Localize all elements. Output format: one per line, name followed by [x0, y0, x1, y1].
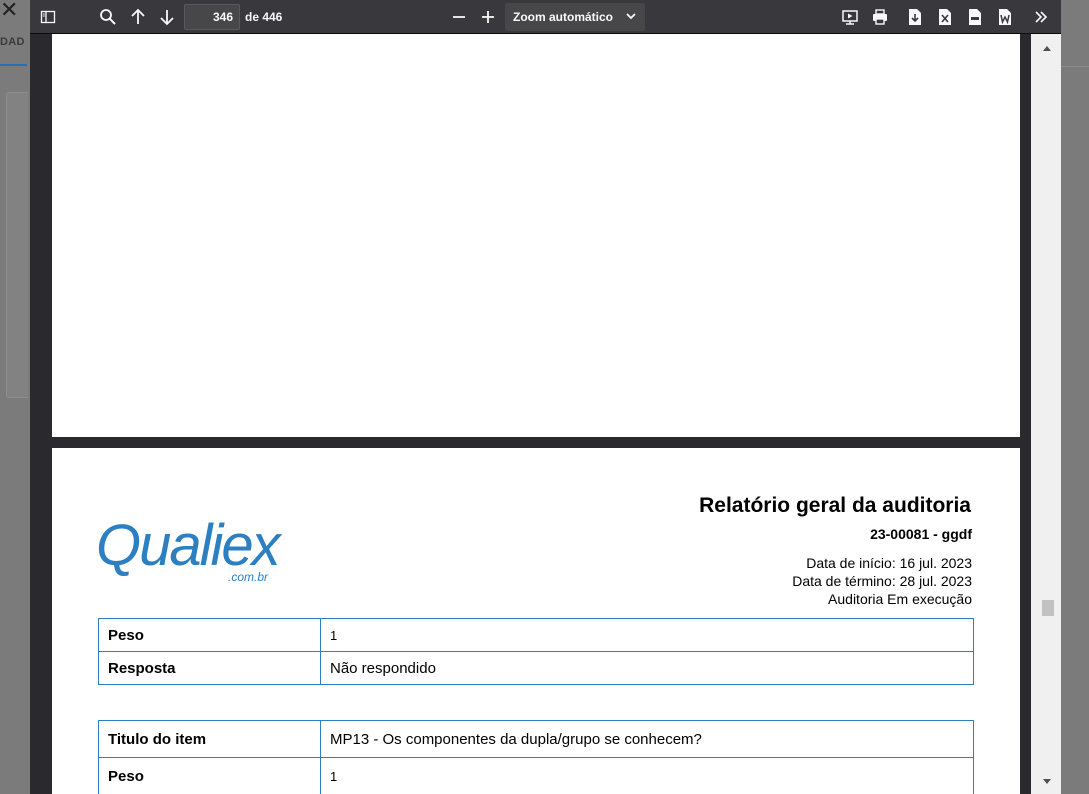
download-icon[interactable]: [903, 5, 927, 29]
presentation-icon[interactable]: [838, 5, 862, 29]
row-key: Peso: [98, 618, 321, 652]
background-card: [6, 92, 28, 398]
item-table: Titulo do item MP13 - Os componentes da …: [98, 720, 974, 794]
sidebar-toggle-icon[interactable]: [36, 5, 60, 29]
row-value: MP13 - Os componentes da dupla/grupo se …: [320, 720, 974, 758]
qualiex-logo: Qualiex .com.br: [96, 513, 281, 590]
print-icon[interactable]: [868, 5, 892, 29]
viewer-toolbar: 346 de 446 Zoom automático: [30, 0, 1061, 34]
logo-text: Qualiex: [96, 513, 281, 578]
row-value: 1: [320, 618, 974, 652]
report-title: Relatório geral da auditoria: [699, 494, 971, 517]
row-key: Peso: [98, 757, 321, 794]
close-icon[interactable]: ✕: [0, 0, 18, 22]
page-total-label: de 446: [245, 10, 283, 24]
item-table: Peso 1 Resposta Não respondido: [98, 618, 974, 685]
vertical-scrollbar[interactable]: [1031, 34, 1061, 794]
csv-icon[interactable]: [963, 5, 987, 29]
end-date: Data de término: 28 jul. 2023: [792, 573, 972, 589]
scrollbar-thumb[interactable]: [1042, 600, 1054, 616]
pdf-page-previous: [52, 34, 1020, 437]
scroll-up-icon[interactable]: [1043, 38, 1051, 56]
row-value: 1: [320, 757, 974, 794]
scroll-down-icon[interactable]: [1043, 772, 1051, 790]
more-tools-icon[interactable]: [1029, 5, 1053, 29]
chevron-down-icon: [625, 10, 637, 25]
word-icon[interactable]: [993, 5, 1017, 29]
table-row: Peso 1: [98, 757, 974, 794]
arrow-down-icon[interactable]: [155, 5, 179, 29]
audit-status: Auditoria Em execução: [828, 591, 972, 607]
background-right-panel: [1061, 0, 1089, 794]
zoom-out-icon[interactable]: [447, 5, 471, 29]
row-key: Titulo do item: [98, 720, 321, 758]
arrow-up-icon[interactable]: [126, 5, 150, 29]
start-date: Data de início: 16 jul. 2023: [806, 555, 972, 571]
page-number-input[interactable]: 346: [184, 4, 240, 30]
row-value: Não respondido: [320, 651, 974, 685]
excel-icon[interactable]: [933, 5, 957, 29]
logo-subtext: .com.br: [228, 570, 269, 584]
zoom-select[interactable]: Zoom automático: [505, 3, 645, 31]
table-row: Resposta Não respondido: [98, 651, 974, 685]
table-row: Peso 1: [98, 618, 974, 652]
pdf-page-current: Qualiex .com.br Relatório geral da audit…: [52, 448, 1020, 794]
zoom-in-icon[interactable]: [476, 5, 500, 29]
background-tab-indicator: [0, 64, 27, 66]
zoom-select-value: Zoom automático: [513, 10, 614, 24]
background-divider: [1061, 66, 1089, 67]
table-row: Titulo do item MP13 - Os componentes da …: [98, 720, 974, 758]
pdf-viewer: 346 de 446 Zoom automático Qualiex .com.…: [30, 0, 1061, 794]
row-key: Resposta: [98, 651, 321, 685]
search-icon[interactable]: [96, 5, 120, 29]
report-code: 23-00081 - ggdf: [870, 526, 972, 542]
background-tab-label[interactable]: DAD: [0, 36, 25, 48]
